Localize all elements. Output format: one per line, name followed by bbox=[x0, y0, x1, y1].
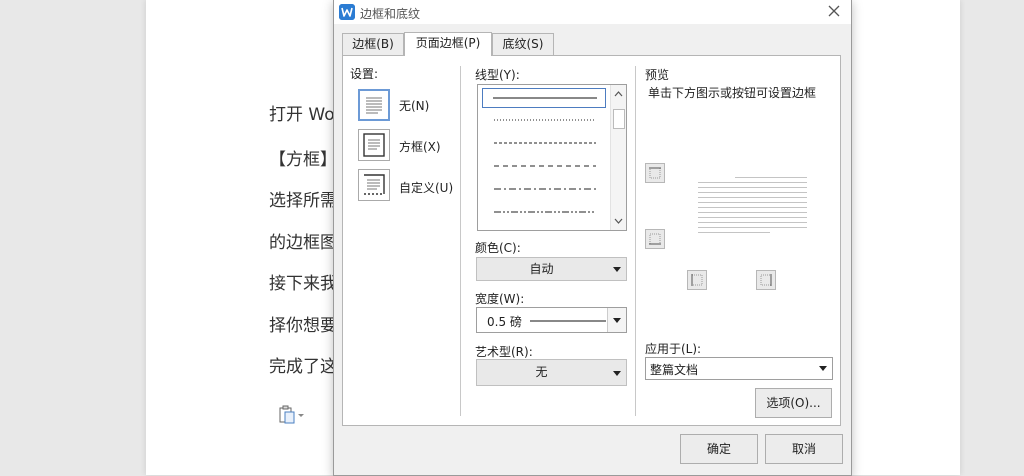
doc-text-line: 择你想要 bbox=[269, 316, 337, 336]
doc-text-line: 完成了这 bbox=[269, 357, 337, 377]
chevron-down-icon bbox=[613, 267, 621, 272]
divider bbox=[635, 66, 636, 416]
borders-and-shading-dialog: 边框和底纹 边框(B) 页面边框(P) 底纹(S) 设置: 无(N) 方框(X)… bbox=[333, 0, 852, 476]
left-border-toggle[interactable] bbox=[687, 270, 707, 290]
line-style-scrollbar[interactable] bbox=[610, 85, 626, 230]
setting-box-icon[interactable] bbox=[358, 129, 390, 161]
preview-label: 预览 bbox=[645, 68, 670, 82]
width-line-sample bbox=[530, 320, 606, 322]
scroll-up-icon[interactable] bbox=[611, 87, 626, 101]
doc-text-line: 【方框】 bbox=[269, 150, 337, 170]
line-style-dash-dot[interactable] bbox=[482, 180, 606, 200]
cancel-button[interactable]: 取消 bbox=[765, 434, 843, 464]
art-value: 无 bbox=[535, 365, 548, 379]
wps-logo-icon bbox=[339, 4, 355, 20]
setting-custom-icon[interactable] bbox=[358, 169, 390, 201]
setting-none-icon[interactable] bbox=[358, 89, 390, 121]
tab-shading[interactable]: 底纹(S) bbox=[492, 33, 554, 55]
doc-text-line: 接下来我 bbox=[269, 274, 337, 294]
doc-text-line: 选择所需 bbox=[269, 191, 337, 211]
dialog-title: 边框和底纹 bbox=[360, 7, 421, 21]
apply-to-value: 整篇文档 bbox=[650, 363, 699, 377]
line-style-solid[interactable] bbox=[482, 88, 606, 108]
tab-borders[interactable]: 边框(B) bbox=[342, 33, 404, 55]
dialog-titlebar: 边框和底纹 bbox=[334, 0, 851, 24]
tab-page-border[interactable]: 页面边框(P) bbox=[404, 32, 492, 56]
right-border-toggle[interactable] bbox=[756, 270, 776, 290]
settings-label: 设置: bbox=[350, 67, 379, 81]
line-style-dash-dot-dot[interactable] bbox=[482, 203, 606, 223]
width-dropdown[interactable]: 0.5 磅 bbox=[476, 307, 627, 333]
scroll-thumb[interactable] bbox=[613, 109, 625, 129]
apply-to-label: 应用于(L): bbox=[645, 342, 702, 356]
chevron-down-icon bbox=[819, 366, 827, 371]
art-label: 艺术型(R): bbox=[475, 345, 533, 359]
ok-button[interactable]: 确定 bbox=[680, 434, 758, 464]
divider bbox=[460, 66, 461, 416]
line-style-dashed-small[interactable] bbox=[482, 134, 606, 154]
preview-hint: 单击下方图示或按钮可设置边框 bbox=[648, 86, 817, 100]
scroll-down-icon[interactable] bbox=[611, 214, 626, 228]
bottom-border-toggle[interactable] bbox=[645, 229, 665, 249]
color-value: 自动 bbox=[529, 262, 554, 276]
setting-custom-label[interactable]: 自定义(U) bbox=[399, 179, 453, 196]
color-label: 颜色(C): bbox=[475, 241, 521, 255]
chevron-down-icon bbox=[613, 371, 621, 376]
setting-none-label[interactable]: 无(N) bbox=[399, 97, 429, 114]
setting-box-label[interactable]: 方框(X) bbox=[399, 138, 441, 155]
line-style-dotted[interactable] bbox=[482, 111, 606, 131]
options-button[interactable]: 选项(O)... bbox=[755, 388, 832, 418]
doc-text-line: 打开 Wo bbox=[269, 105, 335, 125]
paste-options-icon[interactable] bbox=[279, 405, 305, 425]
line-style-dashed[interactable] bbox=[482, 157, 606, 177]
width-label: 宽度(W): bbox=[475, 292, 525, 306]
top-border-toggle[interactable] bbox=[645, 163, 665, 183]
art-dropdown[interactable]: 无 bbox=[476, 359, 627, 386]
page-border-panel: 设置: 无(N) 方框(X) 自定义(U) 线型(Y): 颜色(C): 自动 宽… bbox=[342, 55, 841, 426]
line-style-label: 线型(Y): bbox=[475, 68, 520, 82]
color-dropdown[interactable]: 自动 bbox=[476, 257, 627, 281]
apply-to-dropdown[interactable]: 整篇文档 bbox=[645, 357, 833, 380]
chevron-down-icon bbox=[613, 318, 621, 323]
line-style-list[interactable] bbox=[477, 84, 627, 231]
doc-text-line: 的边框图 bbox=[269, 233, 337, 253]
width-value: 0.5 磅 bbox=[487, 315, 522, 329]
close-icon[interactable] bbox=[826, 3, 842, 19]
